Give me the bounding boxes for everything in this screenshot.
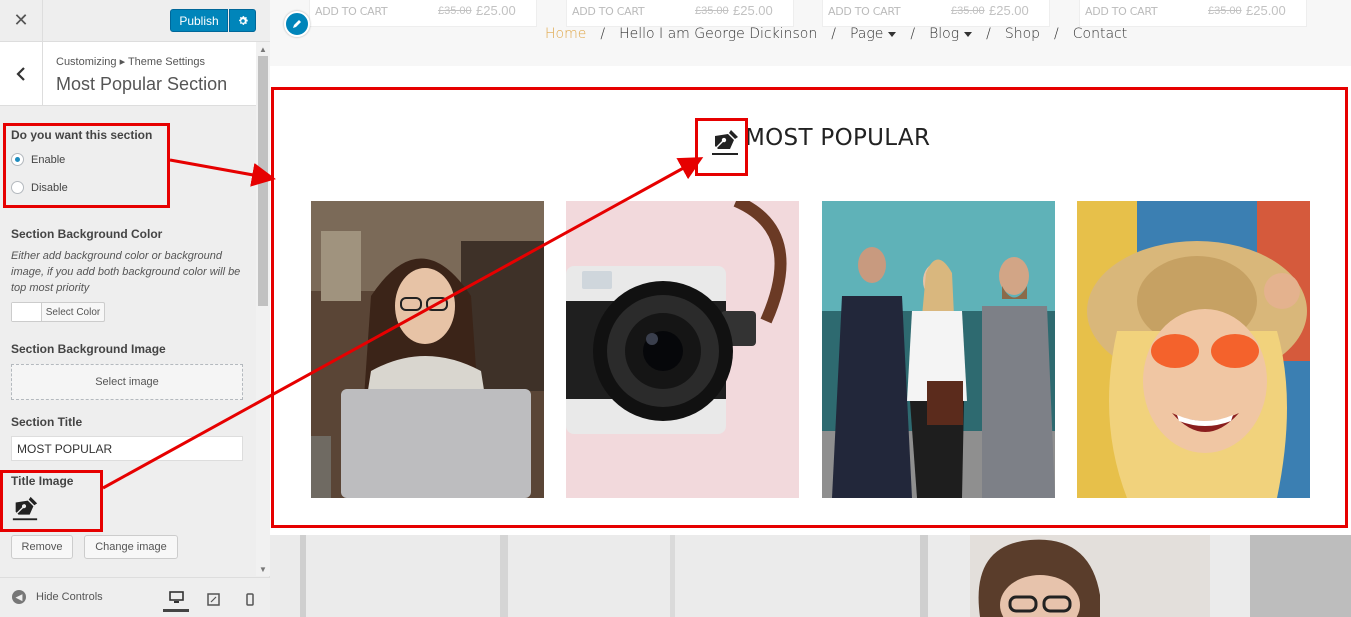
sidebar-scrollbar[interactable]: ▲ ▼ <box>256 42 270 576</box>
customizer-footer: ◀ Hide Controls <box>0 577 270 617</box>
desktop-preview-icon[interactable] <box>163 586 189 612</box>
collapse-arrow-icon: ◀ <box>12 590 26 604</box>
new-price: £25.00 <box>476 3 516 18</box>
section-title-input[interactable] <box>11 436 243 461</box>
old-price: £35.00 <box>438 5 472 17</box>
select-color-label: Select Color <box>45 306 101 318</box>
old-price: £35.00 <box>695 5 729 17</box>
annotation-box-title-image <box>0 470 103 532</box>
bg-color-label: Section Background Color <box>11 227 163 241</box>
tablet-preview-icon[interactable] <box>200 586 226 612</box>
new-price: £25.00 <box>989 3 1029 18</box>
nav-item-page-label: Page <box>849 26 884 42</box>
new-price: £25.00 <box>733 3 773 18</box>
nav-item-home[interactable]: Home <box>545 26 586 42</box>
bg-color-description: Either add background color or backgroun… <box>11 250 241 294</box>
close-icon[interactable]: ✕ <box>0 0 43 41</box>
add-to-cart-link[interactable]: ADD TO CART <box>572 5 645 18</box>
publish-settings-gear-icon[interactable] <box>229 9 256 32</box>
header-strip: ADD TO CART £35.00 £25.00 ADD TO CART £3… <box>270 0 1351 66</box>
old-price: £35.00 <box>951 5 985 17</box>
nav-separator: / <box>986 26 991 42</box>
edit-shortcut-pencil-icon[interactable] <box>284 11 310 37</box>
add-to-cart-link[interactable]: ADD TO CART <box>828 5 901 18</box>
hide-controls-label: Hide Controls <box>36 591 103 603</box>
customizer-header: ✕ Publish <box>0 0 270 42</box>
nav-item-page[interactable]: Page <box>849 26 897 42</box>
breadcrumb: Customizing ▸ Theme Settings <box>56 56 205 68</box>
section-title-label: Section Title <box>11 415 83 429</box>
caret-down-icon <box>964 31 973 37</box>
scroll-down-arrow-icon[interactable]: ▼ <box>256 562 270 576</box>
scroll-thumb[interactable] <box>258 56 268 306</box>
section-header: Customizing ▸ Theme Settings Most Popula… <box>0 42 256 106</box>
nav-item-blog-label: Blog <box>929 26 960 42</box>
caret-down-icon <box>888 31 897 37</box>
nav-separator: / <box>831 26 836 42</box>
nav-item-shop[interactable]: Shop <box>1005 26 1040 42</box>
color-swatch[interactable] <box>12 303 42 321</box>
change-image-button[interactable]: Change image <box>84 535 178 559</box>
scroll-up-arrow-icon[interactable]: ▲ <box>256 42 270 56</box>
annotation-box-enable <box>3 123 170 208</box>
new-price: £25.00 <box>1246 3 1286 18</box>
annotation-box-section <box>271 87 1348 528</box>
publish-button[interactable]: Publish <box>170 9 228 32</box>
add-to-cart-link[interactable]: ADD TO CART <box>315 5 388 18</box>
nav-separator: / <box>910 26 916 42</box>
select-image-button[interactable]: Select image <box>11 364 243 400</box>
product-card: ADD TO CART £35.00 £25.00 <box>309 0 537 27</box>
hero-image-bottom <box>270 535 1351 617</box>
annotation-box-title-icon <box>695 118 748 176</box>
old-price: £35.00 <box>1208 5 1242 17</box>
add-to-cart-link[interactable]: ADD TO CART <box>1085 5 1158 18</box>
nav-separator: / <box>1054 26 1059 42</box>
nav-separator: / <box>600 26 606 42</box>
remove-image-button[interactable]: Remove <box>11 535 73 559</box>
select-color-button[interactable]: Select Color <box>11 302 105 322</box>
main-navigation: Home / Hello I am George Dickinson / Pag… <box>545 26 1127 42</box>
bg-image-label: Section Background Image <box>11 342 166 356</box>
product-card: ADD TO CART £35.00 £25.00 <box>1079 0 1307 27</box>
product-card: ADD TO CART £35.00 £25.00 <box>566 0 794 27</box>
nav-item-contact[interactable]: Contact <box>1073 26 1127 42</box>
product-card: ADD TO CART £35.00 £25.00 <box>822 0 1050 27</box>
section-title: Most Popular Section <box>56 74 228 94</box>
nav-item-about[interactable]: Hello I am George Dickinson <box>619 26 817 42</box>
hide-controls-button[interactable]: ◀ Hide Controls <box>12 590 103 604</box>
back-chevron-icon[interactable] <box>0 42 43 105</box>
nav-item-blog[interactable]: Blog <box>929 26 973 42</box>
mobile-preview-icon[interactable] <box>237 586 263 612</box>
